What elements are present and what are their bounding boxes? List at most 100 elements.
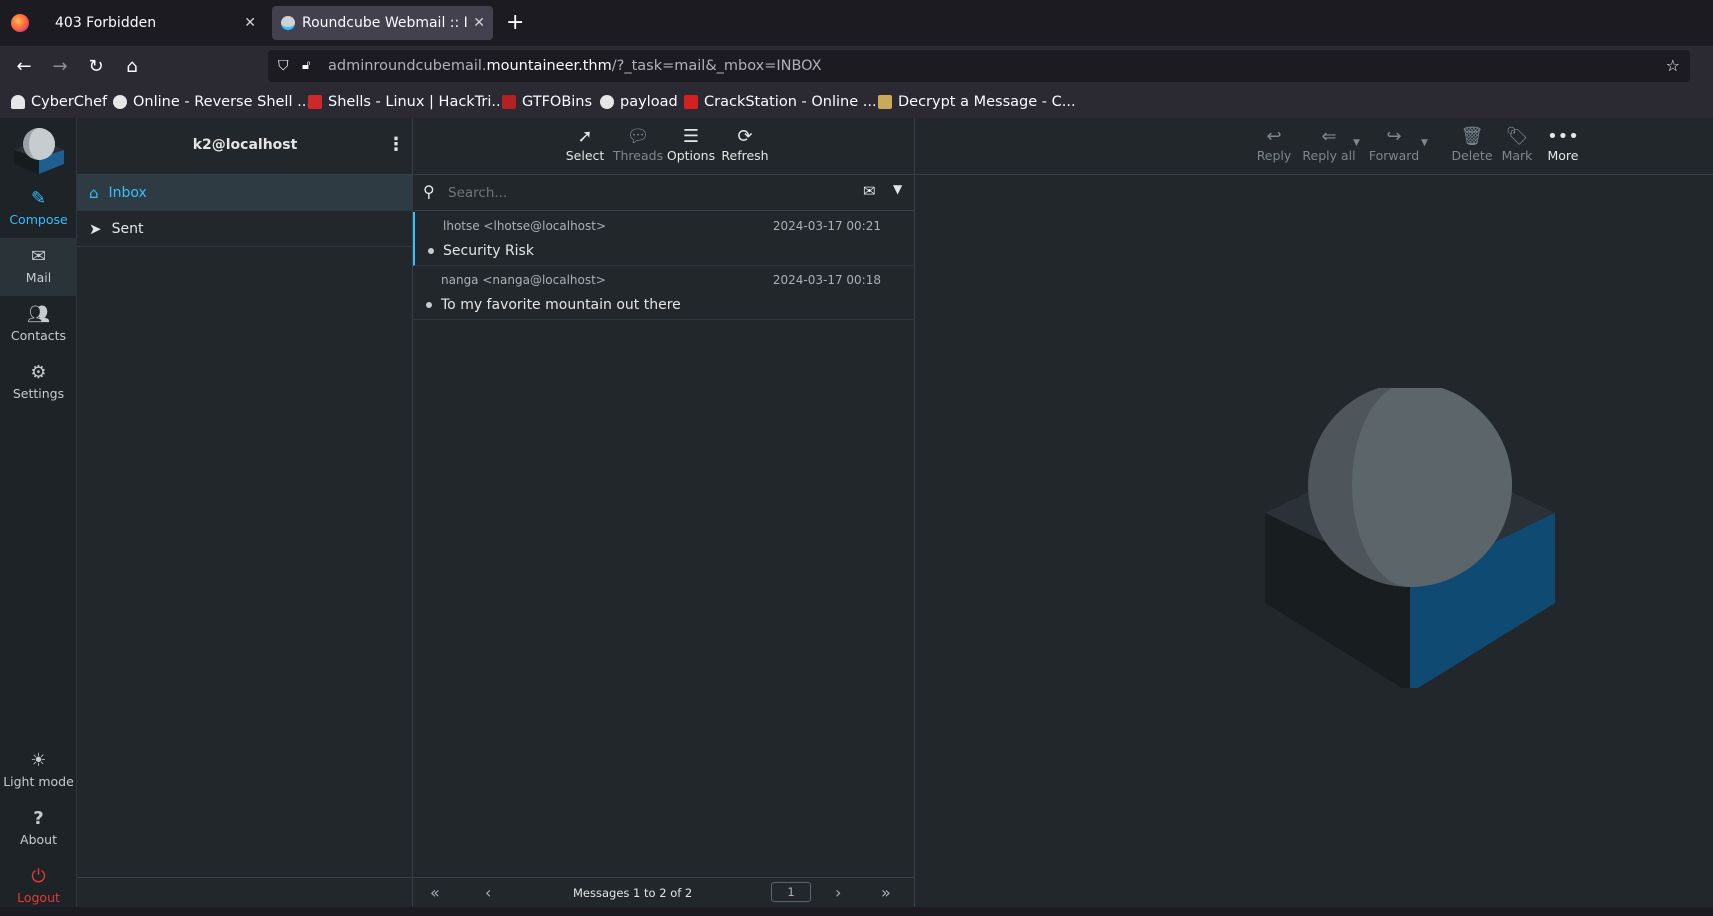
bookmark-hacktricks[interactable]: Shells - Linux | HackTri...: [308, 92, 505, 112]
reply-icon: ↩: [1266, 126, 1282, 147]
search-input[interactable]: [448, 181, 828, 205]
close-icon[interactable]: ✕: [473, 15, 485, 31]
toolbar-label: Select: [565, 148, 605, 163]
toolbar-label: Options: [666, 148, 716, 163]
toolbar-label: Reply all: [1302, 148, 1356, 163]
reply-all-dropdown-icon[interactable]: ▼: [1353, 138, 1360, 148]
crackstation-icon: [684, 95, 698, 109]
message-from: nanga <nanga@localhost>: [441, 273, 606, 287]
forward-button[interactable]: ↪ Forward: [1366, 126, 1422, 163]
bookmark-label: CrackStation - Online ...: [704, 94, 877, 110]
logo-icon: [14, 128, 64, 174]
close-icon[interactable]: ✕: [244, 15, 256, 31]
page-input[interactable]: 1: [771, 882, 811, 902]
new-tab-button[interactable]: +: [506, 10, 524, 35]
refresh-icon: ⟳: [737, 126, 753, 147]
gear-icon: ⚙: [30, 362, 47, 383]
bookmark-label: Shells - Linux | HackTri...: [328, 94, 506, 110]
reply-button[interactable]: ↩ Reply: [1252, 126, 1296, 163]
power-icon: ⏻: [31, 866, 46, 887]
url-domain: mountaineer.thm: [486, 58, 612, 74]
bookmark-decrypt[interactable]: Decrypt a Message - C...: [878, 92, 1076, 112]
folder-label: Inbox: [108, 184, 147, 201]
envelope-icon[interactable]: ✉: [863, 182, 876, 200]
bookmark-revshell[interactable]: Online - Reverse Shell ...: [113, 92, 311, 112]
bookmark-crackstation[interactable]: CrackStation - Online ...: [684, 92, 877, 112]
folder-sent[interactable]: ➤ Sent: [77, 211, 413, 247]
unread-dot-icon: [428, 248, 434, 254]
preview-toolbar: ↩ Reply ⇐ Reply all ▼ ↪ Forward ▼ 🗑︎ Delete …: [915, 118, 1713, 175]
nav-about[interactable]: ? About: [0, 800, 77, 858]
folder-menu-icon[interactable]: ⋮: [387, 134, 405, 155]
sliders-icon: ☰: [682, 126, 700, 147]
threads-icon: 💬︎: [626, 126, 650, 147]
more-icon: •••: [1547, 126, 1579, 147]
more-button[interactable]: ••• More: [1543, 126, 1583, 163]
message-from: lhotse <lhotse@localhost>: [443, 219, 607, 233]
mark-button[interactable]: 🏷︎ Mark: [1497, 126, 1537, 163]
toolbar-label: Mark: [1501, 148, 1533, 163]
message-date: 2024-03-17 00:18: [772, 273, 881, 287]
first-page-icon[interactable]: «: [430, 883, 440, 902]
bookmark-label: Decrypt a Message - C...: [898, 94, 1076, 110]
browser-tab-bar: 403 Forbidden ✕ Roundcube Webmail :: Inb…: [0, 0, 1713, 46]
reload-button[interactable]: ↻: [84, 54, 108, 78]
options-button[interactable]: ☰ Options: [665, 126, 717, 163]
list-toolbar: ➚ Select 💬︎ Threads ☰ Options ⟳ Refresh: [413, 118, 915, 175]
shield-icon[interactable]: ⛉: [278, 50, 289, 82]
reply-all-button[interactable]: ⇐ Reply all: [1299, 126, 1359, 163]
toolbar-label: More: [1547, 148, 1579, 163]
bookmark-gtfobins[interactable]: GTFOBins: [502, 92, 592, 112]
search-icon[interactable]: ⚲: [423, 182, 435, 201]
firefox-icon[interactable]: [11, 14, 29, 32]
url-bar[interactable]: ⛉ 🔓︎ adminroundcubemail.mountaineer.thm/…: [268, 50, 1690, 82]
bookmarks-toolbar: CyberChef Online - Reverse Shell ... She…: [0, 86, 1713, 118]
nav-compose[interactable]: ✎ Compose: [0, 180, 77, 238]
cursor-icon: ➚: [577, 126, 593, 147]
bookmark-star-icon[interactable]: ☆: [1666, 50, 1680, 82]
chevron-down-icon[interactable]: ▼: [893, 182, 902, 196]
search-bar: ⚲ ✉ ▼: [413, 175, 915, 211]
threads-button[interactable]: 💬︎ Threads: [612, 126, 664, 163]
envelope-icon: ✉: [30, 246, 47, 267]
url-prefix: adminroundcubemail.: [328, 58, 487, 74]
message-count: Messages 1 to 2 of 2: [573, 886, 693, 900]
toolbar-label: Refresh: [721, 148, 769, 163]
refresh-button[interactable]: ⟳ Refresh: [719, 126, 771, 163]
message-subject: Security Risk: [443, 243, 534, 259]
nav-logout[interactable]: ⏻ Logout: [0, 858, 77, 916]
forward-button[interactable]: →: [48, 54, 72, 78]
nav-label: Compose: [9, 212, 68, 227]
decrypt-icon: [878, 95, 892, 109]
nav-settings[interactable]: ⚙ Settings: [0, 354, 77, 412]
main-nav: ✎ Compose ✉ Mail 👥︎ Contacts ⚙ Settings …: [0, 118, 77, 907]
chef-hat-icon: [11, 95, 25, 109]
trash-icon: 🗑︎: [1460, 126, 1484, 147]
nav-contacts[interactable]: 👥︎ Contacts: [0, 296, 77, 354]
url-text: adminroundcubemail.mountaineer.thm/?_tas…: [328, 50, 822, 82]
inbox-icon: ⌂: [89, 183, 99, 202]
bookmark-payload[interactable]: payload: [600, 92, 678, 112]
select-button[interactable]: ➚ Select: [560, 126, 610, 163]
back-button[interactable]: ←: [12, 54, 36, 78]
prev-page-icon[interactable]: ‹: [485, 883, 491, 902]
lock-insecure-icon[interactable]: 🔓︎: [302, 50, 310, 82]
unread-dot-icon: [426, 302, 432, 308]
message-row[interactable]: lhotse <lhotse@localhost> 2024-03-17 00:…: [413, 212, 915, 266]
nav-mail[interactable]: ✉ Mail: [0, 238, 77, 296]
tab-403-forbidden[interactable]: 403 Forbidden ✕: [40, 6, 264, 40]
forward-dropdown-icon[interactable]: ▼: [1421, 138, 1428, 148]
nav-light-mode[interactable]: ☀ Light mode: [0, 742, 77, 800]
tab-roundcube[interactable]: Roundcube Webmail :: Inbox ✕: [272, 6, 493, 40]
folder-inbox[interactable]: ⌂ Inbox: [77, 175, 413, 211]
last-page-icon[interactable]: »: [881, 883, 891, 902]
bookmark-label: CyberChef: [31, 94, 108, 110]
home-button[interactable]: ⌂: [120, 54, 144, 78]
next-page-icon[interactable]: ›: [835, 883, 841, 902]
message-subject: To my favorite mountain out there: [441, 297, 681, 313]
hacktricks-icon: [308, 95, 322, 109]
message-row[interactable]: nanga <nanga@localhost> 2024-03-17 00:18…: [413, 266, 915, 320]
roundcube-logo[interactable]: [12, 122, 66, 176]
delete-button[interactable]: 🗑︎ Delete: [1450, 126, 1494, 163]
bookmark-cyberchef[interactable]: CyberChef: [11, 92, 107, 112]
